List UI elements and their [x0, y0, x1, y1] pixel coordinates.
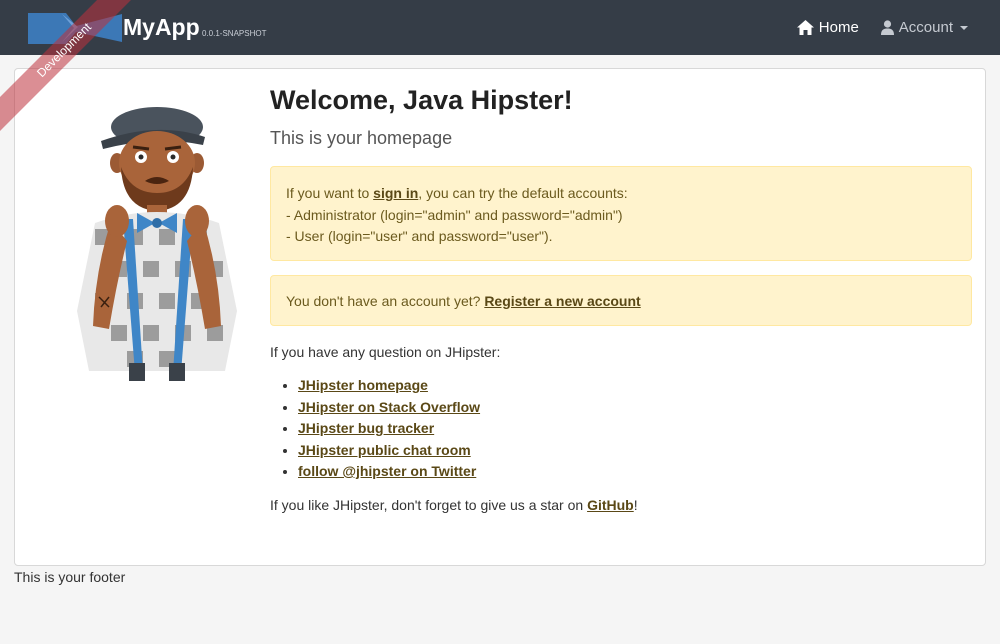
signin-alert: If you want to sign in, you can try the …: [270, 166, 972, 261]
app-version: 0.0.1-SNAPSHOT: [202, 29, 267, 38]
jhipster-mascot-image: [77, 107, 237, 381]
list-item: JHipster bug tracker: [298, 418, 972, 440]
signin-alert-prefix: If you want to: [286, 185, 374, 201]
user-account-line: - User (login="user" and password="user"…: [286, 228, 553, 244]
github-star-prefix: If you like JHipster, don't forget to gi…: [270, 496, 588, 513]
bug-tracker-link[interactable]: JHipster bug tracker: [298, 420, 434, 436]
main-card: Welcome, Java Hipster! This is your home…: [14, 68, 986, 566]
signin-alert-line: If you want to sign in, you can try the …: [286, 183, 956, 205]
register-alert-prefix: You don't have an account yet?: [286, 292, 481, 309]
chat-room-link[interactable]: JHipster public chat room: [298, 442, 471, 458]
twitter-link[interactable]: follow @jhipster on Twitter: [298, 463, 476, 479]
sign-in-link[interactable]: sign in: [373, 185, 418, 201]
register-link[interactable]: Register a new account: [484, 293, 640, 309]
navbar: MyApp 0.0.1-SNAPSHOT Home Account: [0, 0, 1000, 55]
stack-overflow-link[interactable]: JHipster on Stack Overflow: [298, 399, 480, 415]
chevron-down-icon: [960, 25, 968, 30]
nav-home-link[interactable]: Home: [796, 19, 859, 36]
list-item: JHipster homepage: [298, 375, 972, 397]
admin-account-line: - Administrator (login="admin" and passw…: [286, 206, 623, 223]
register-alert: You don't have an account yet? Register …: [270, 275, 972, 326]
list-item: follow @jhipster on Twitter: [298, 461, 972, 483]
home-icon: [796, 20, 814, 35]
list-item: JHipster on Stack Overflow: [298, 397, 972, 419]
brand-name: MyApp: [123, 14, 200, 40]
brand-logo-icon: [28, 13, 122, 44]
github-link[interactable]: GitHub: [587, 497, 634, 513]
nav-home-label: Home: [818, 19, 859, 36]
page-title: Welcome, Java Hipster!: [270, 85, 573, 115]
user-icon: [880, 20, 894, 35]
github-star-suffix: !: [633, 496, 638, 513]
question-text: If you have any question on JHipster:: [270, 344, 501, 360]
welcome-content: Welcome, Java Hipster! This is your home…: [270, 83, 972, 513]
jhipster-links-list: JHipster homepage JHipster on Stack Over…: [270, 375, 972, 483]
nav-account-label: Account: [898, 19, 953, 36]
page-subtitle: This is your homepage: [270, 128, 453, 148]
github-star-text: If you like JHipster, don't forget to gi…: [270, 497, 972, 513]
footer-text: This is your footer: [14, 569, 126, 585]
list-item: JHipster public chat room: [298, 440, 972, 462]
jhipster-homepage-link[interactable]: JHipster homepage: [298, 377, 428, 393]
brand-link[interactable]: MyApp 0.0.1-SNAPSHOT: [26, 10, 266, 46]
nav-account-dropdown[interactable]: Account: [880, 19, 968, 36]
signin-alert-suffix: , you can try the default accounts:: [418, 185, 628, 201]
